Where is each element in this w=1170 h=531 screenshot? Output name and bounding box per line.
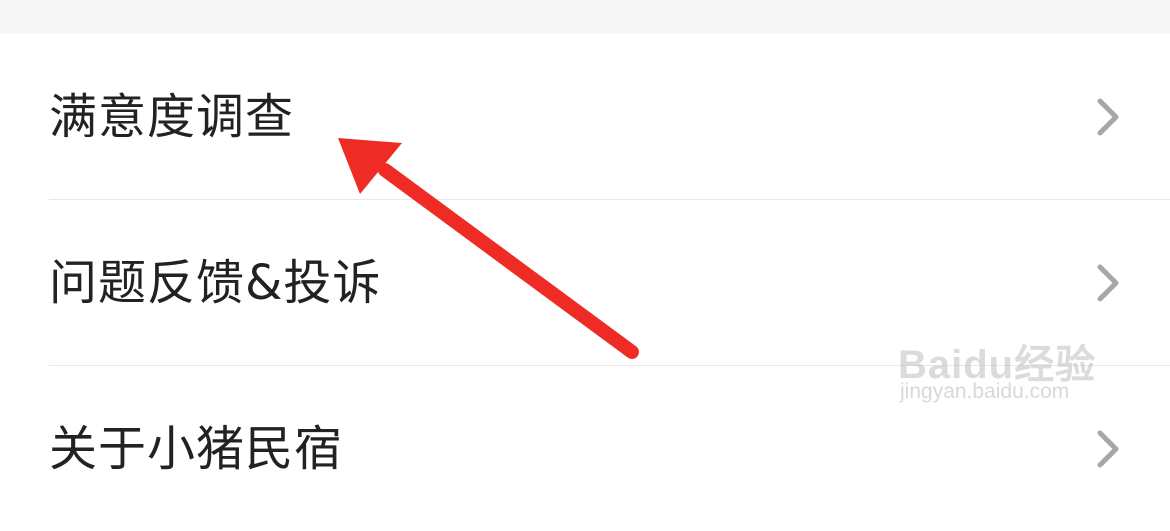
menu-item-about[interactable]: 关于小猪民宿	[0, 366, 1170, 531]
menu-item-label: 关于小猪民宿	[49, 420, 344, 477]
menu-item-feedback-complaint[interactable]: 问题反馈&投诉	[0, 200, 1170, 365]
menu-item-label: 问题反馈&投诉	[49, 254, 382, 311]
chevron-right-icon	[1097, 98, 1119, 135]
chevron-right-icon	[1097, 264, 1119, 301]
menu-item-satisfaction-survey[interactable]: 满意度调查	[0, 34, 1170, 199]
chevron-right-icon	[1097, 430, 1119, 467]
menu-item-label: 满意度调查	[49, 88, 295, 145]
section-gap	[0, 0, 1170, 34]
